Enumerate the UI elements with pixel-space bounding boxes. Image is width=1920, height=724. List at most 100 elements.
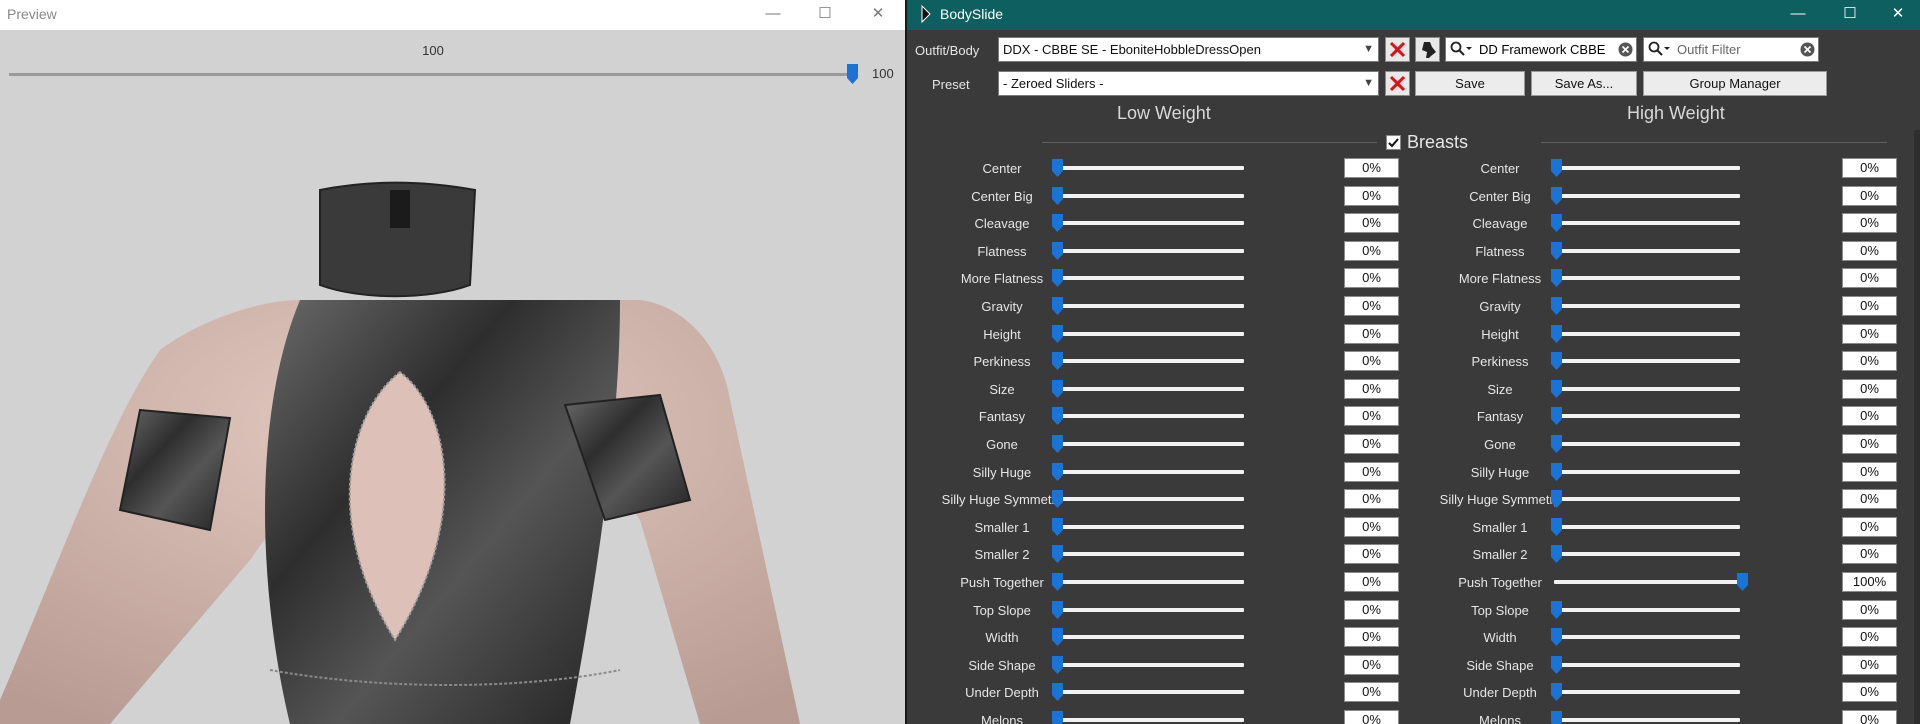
low-slider-thumb[interactable] xyxy=(1052,379,1063,398)
high-weight-slider[interactable] xyxy=(1554,718,1740,722)
low-slider-thumb[interactable] xyxy=(1052,517,1063,536)
low-weight-slider[interactable] xyxy=(1055,552,1244,557)
high-weight-slider[interactable] xyxy=(1554,331,1740,336)
minimize-icon[interactable]: — xyxy=(750,0,796,30)
low-slider-thumb[interactable] xyxy=(1052,490,1063,509)
low-weight-slider[interactable] xyxy=(1055,221,1244,226)
high-slider-value[interactable]: 0% xyxy=(1842,323,1897,344)
low-slider-thumb[interactable] xyxy=(1052,545,1063,564)
low-weight-slider[interactable] xyxy=(1055,414,1244,419)
low-weight-slider[interactable] xyxy=(1055,166,1244,170)
remove-outfit-button[interactable] xyxy=(1385,37,1410,62)
high-weight-slider[interactable] xyxy=(1554,662,1740,667)
low-slider-thumb[interactable] xyxy=(1052,241,1063,260)
low-slider-thumb[interactable] xyxy=(1052,186,1063,205)
high-slider-value[interactable]: 0% xyxy=(1842,240,1897,261)
low-slider-value[interactable]: 0% xyxy=(1344,572,1399,592)
high-weight-slider[interactable] xyxy=(1554,359,1740,364)
high-slider-thumb[interactable] xyxy=(1551,352,1562,371)
low-weight-slider[interactable] xyxy=(1055,690,1244,695)
low-slider-value[interactable]: 0% xyxy=(1344,710,1399,724)
slider-list-scrollbar[interactable] xyxy=(1914,130,1920,724)
low-weight-slider[interactable] xyxy=(1055,304,1244,308)
low-slider-value[interactable]: 0% xyxy=(1344,240,1399,261)
low-slider-value[interactable]: 0% xyxy=(1344,654,1399,675)
low-weight-slider[interactable] xyxy=(1055,718,1244,722)
low-slider-value[interactable]: 0% xyxy=(1344,599,1399,620)
high-slider-thumb[interactable] xyxy=(1737,573,1748,591)
low-weight-slider[interactable] xyxy=(1055,635,1244,640)
preview-weight-slider[interactable] xyxy=(9,73,851,76)
high-slider-value[interactable]: 0% xyxy=(1842,213,1897,234)
group-manager-button[interactable]: Group Manager xyxy=(1643,71,1827,96)
low-weight-slider[interactable] xyxy=(1055,580,1244,584)
low-weight-slider[interactable] xyxy=(1055,662,1244,667)
high-weight-slider[interactable] xyxy=(1554,442,1740,446)
low-slider-value[interactable]: 0% xyxy=(1344,516,1399,537)
delete-preset-button[interactable] xyxy=(1385,71,1410,96)
high-slider-value[interactable]: 0% xyxy=(1842,351,1897,372)
low-weight-slider[interactable] xyxy=(1055,193,1244,198)
low-weight-slider[interactable] xyxy=(1055,276,1244,281)
low-weight-slider[interactable] xyxy=(1055,248,1244,253)
close-icon[interactable]: ✕ xyxy=(855,0,901,30)
low-slider-thumb[interactable] xyxy=(1052,600,1063,619)
clear-icon[interactable] xyxy=(1800,42,1815,57)
high-slider-value[interactable]: 0% xyxy=(1842,461,1897,482)
save-button[interactable]: Save xyxy=(1415,71,1525,96)
high-slider-value[interactable]: 0% xyxy=(1842,158,1897,178)
high-slider-thumb[interactable] xyxy=(1551,655,1562,674)
high-weight-slider[interactable] xyxy=(1554,166,1740,170)
low-slider-thumb[interactable] xyxy=(1052,352,1063,371)
high-slider-value[interactable]: 0% xyxy=(1842,406,1897,427)
high-slider-thumb[interactable] xyxy=(1551,324,1562,343)
low-slider-thumb[interactable] xyxy=(1052,214,1063,233)
high-slider-thumb[interactable] xyxy=(1551,628,1562,647)
high-weight-slider[interactable] xyxy=(1554,552,1740,557)
high-slider-value[interactable]: 0% xyxy=(1842,296,1897,316)
low-slider-thumb[interactable] xyxy=(1052,269,1063,288)
high-weight-slider[interactable] xyxy=(1554,580,1740,584)
high-slider-value[interactable]: 0% xyxy=(1842,682,1897,703)
minimize-icon[interactable]: — xyxy=(1775,0,1821,30)
outfit-filter-input[interactable]: Outfit Filter xyxy=(1643,37,1819,62)
high-slider-thumb[interactable] xyxy=(1551,186,1562,205)
low-slider-thumb[interactable] xyxy=(1052,683,1063,702)
low-slider-thumb[interactable] xyxy=(1052,297,1063,315)
high-slider-value[interactable]: 0% xyxy=(1842,710,1897,724)
low-slider-thumb[interactable] xyxy=(1052,628,1063,647)
low-weight-slider[interactable] xyxy=(1055,497,1244,502)
low-slider-thumb[interactable] xyxy=(1052,324,1063,343)
high-weight-slider[interactable] xyxy=(1554,386,1740,391)
clear-icon[interactable] xyxy=(1618,42,1633,57)
low-weight-slider[interactable] xyxy=(1055,442,1244,446)
low-slider-thumb[interactable] xyxy=(1052,159,1063,177)
high-slider-thumb[interactable] xyxy=(1551,269,1562,288)
high-slider-thumb[interactable] xyxy=(1551,462,1562,481)
high-slider-thumb[interactable] xyxy=(1551,545,1562,564)
high-slider-thumb[interactable] xyxy=(1551,711,1562,724)
low-weight-slider[interactable] xyxy=(1055,386,1244,391)
high-weight-slider[interactable] xyxy=(1554,690,1740,695)
high-weight-slider[interactable] xyxy=(1554,497,1740,502)
low-slider-thumb[interactable] xyxy=(1052,435,1063,453)
high-slider-thumb[interactable] xyxy=(1551,214,1562,233)
high-weight-slider[interactable] xyxy=(1554,193,1740,198)
low-slider-value[interactable]: 0% xyxy=(1344,489,1399,510)
outfit-body-dropdown[interactable]: DDX - CBBE SE - EboniteHobbleDressOpen ▼ xyxy=(998,37,1379,62)
high-slider-thumb[interactable] xyxy=(1551,490,1562,509)
group-filter-input[interactable]: DD Framework CBBE xyxy=(1445,37,1637,62)
high-slider-value[interactable]: 0% xyxy=(1842,434,1897,454)
low-slider-value[interactable]: 0% xyxy=(1344,296,1399,316)
low-slider-thumb[interactable] xyxy=(1052,655,1063,674)
low-weight-slider[interactable] xyxy=(1055,607,1244,612)
high-slider-thumb[interactable] xyxy=(1551,600,1562,619)
low-slider-value[interactable]: 0% xyxy=(1344,461,1399,482)
low-slider-value[interactable]: 0% xyxy=(1344,682,1399,703)
model-render-image[interactable] xyxy=(0,150,905,724)
high-slider-thumb[interactable] xyxy=(1551,517,1562,536)
low-slider-value[interactable]: 0% xyxy=(1344,544,1399,565)
low-slider-thumb[interactable] xyxy=(1052,407,1063,426)
preview-slider-thumb[interactable] xyxy=(847,64,858,84)
group-filter-toggle-button[interactable] xyxy=(1415,37,1440,62)
